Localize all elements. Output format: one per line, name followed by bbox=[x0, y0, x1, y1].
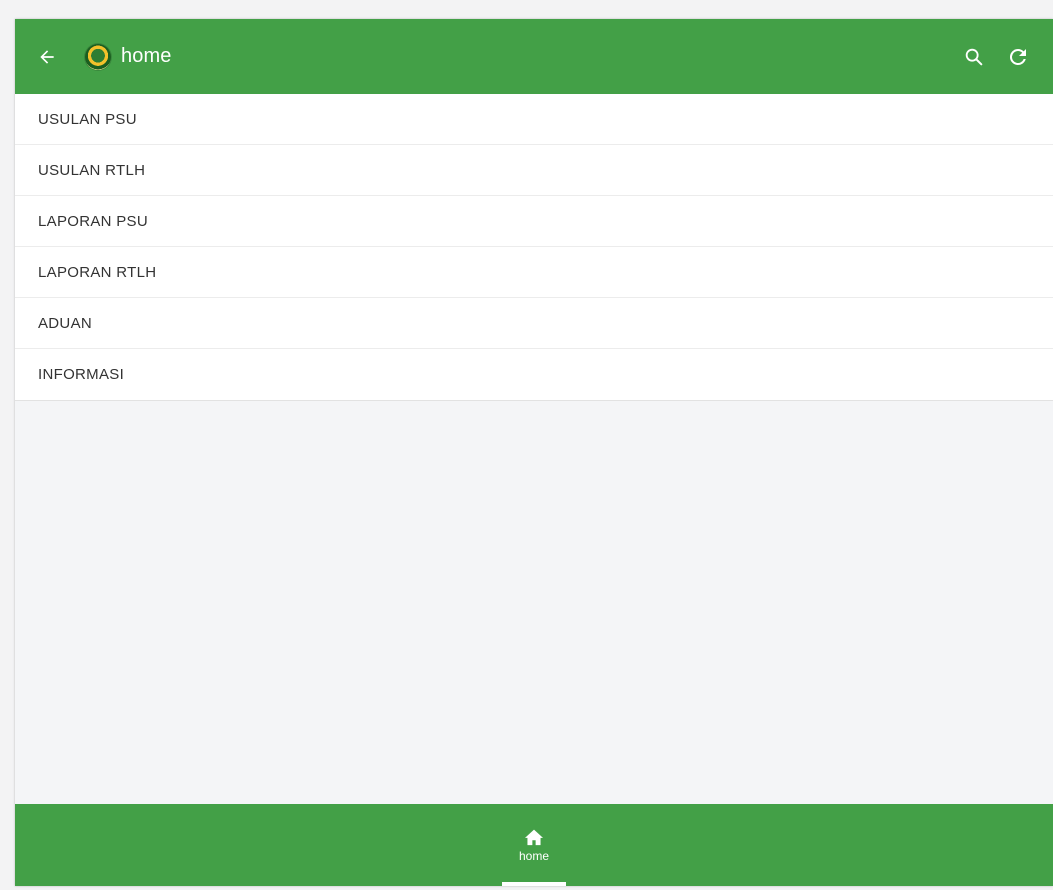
menu-item-label: LAPORAN RTLH bbox=[38, 263, 157, 281]
screen-background: home USULAN PSU USULAN RTLH LAPORAN PSU … bbox=[0, 0, 1053, 890]
menu-item-label: ADUAN bbox=[38, 314, 93, 332]
menu-item-usulan-rtlh[interactable]: USULAN RTLH bbox=[15, 145, 1053, 196]
menu-item-laporan-rtlh[interactable]: LAPORAN RTLH bbox=[15, 247, 1053, 298]
refresh-icon bbox=[1009, 48, 1026, 65]
menu-item-informasi[interactable]: INFORMASI bbox=[15, 349, 1053, 400]
menu-list: USULAN PSU USULAN RTLH LAPORAN PSU LAPOR… bbox=[15, 94, 1053, 401]
home-icon bbox=[525, 829, 543, 846]
menu-item-label: LAPORAN PSU bbox=[38, 212, 148, 230]
search-button[interactable] bbox=[961, 44, 987, 70]
menu-item-label: USULAN PSU bbox=[38, 110, 137, 128]
menu-item-laporan-psu[interactable]: LAPORAN PSU bbox=[15, 196, 1053, 247]
search-icon bbox=[965, 48, 983, 65]
app-logo bbox=[85, 43, 111, 70]
bottom-navigation: home bbox=[15, 804, 1053, 886]
tab-home-label: home bbox=[518, 849, 550, 863]
app-window: home USULAN PSU USULAN RTLH LAPORAN PSU … bbox=[15, 19, 1053, 886]
menu-item-label: INFORMASI bbox=[38, 366, 125, 383]
menu-item-aduan[interactable]: ADUAN bbox=[15, 298, 1053, 349]
arrow-left-icon bbox=[40, 49, 54, 64]
app-bar: home bbox=[15, 19, 1053, 94]
back-button[interactable] bbox=[35, 45, 59, 69]
menu-item-usulan-psu[interactable]: USULAN PSU bbox=[15, 94, 1053, 145]
menu-item-label: USULAN RTLH bbox=[38, 161, 146, 179]
page-title: home bbox=[121, 45, 172, 67]
active-tab-indicator bbox=[502, 882, 566, 886]
refresh-button[interactable] bbox=[1005, 44, 1031, 70]
tab-home[interactable]: home bbox=[502, 804, 566, 886]
